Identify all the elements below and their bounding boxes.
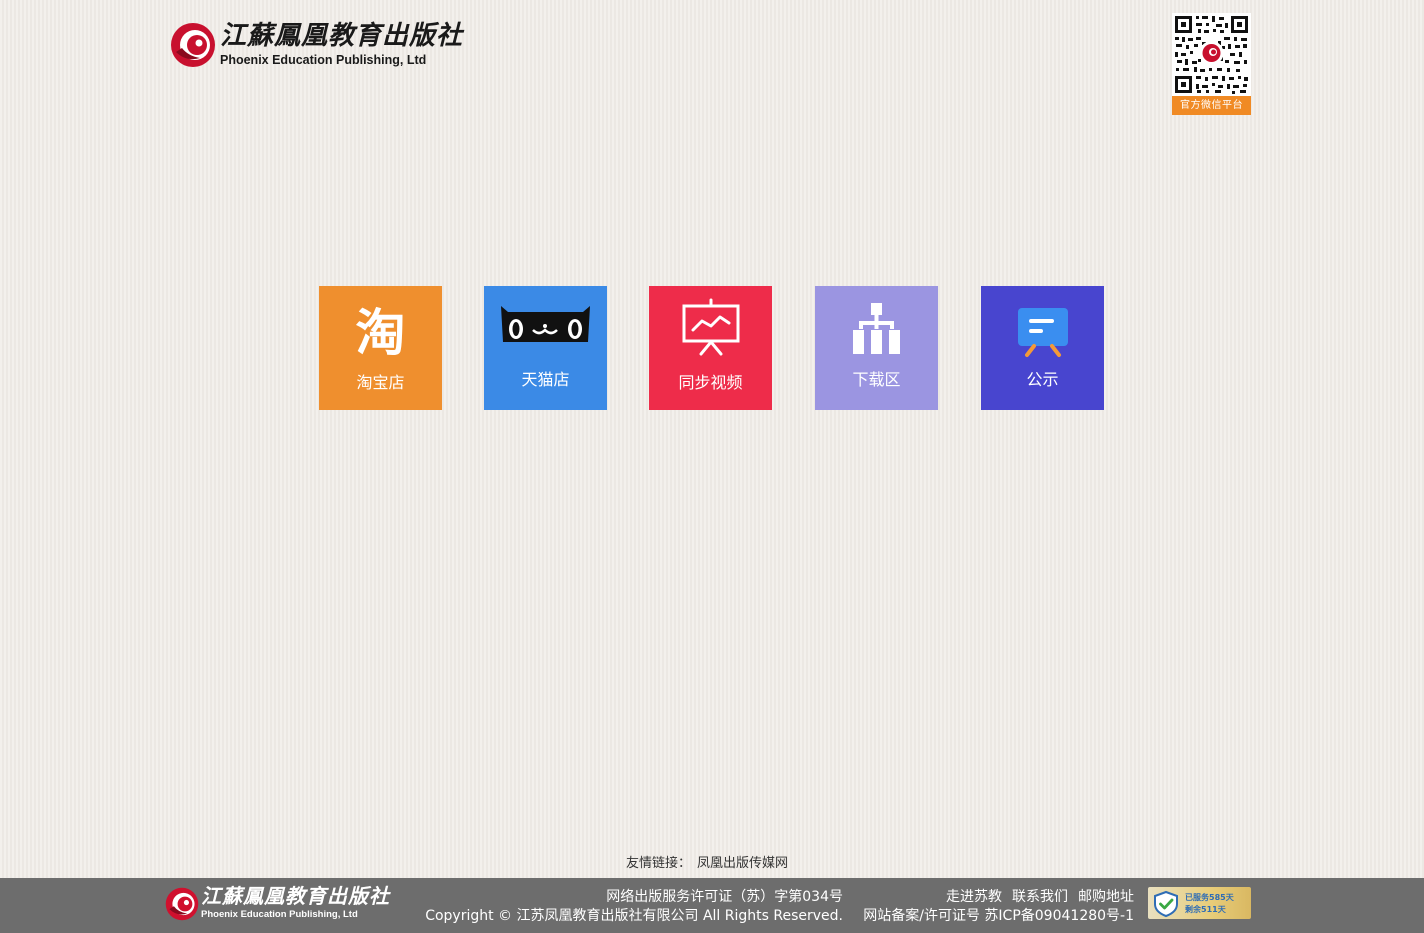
download-area-tile[interactable]: 下载区 [815,286,938,410]
footer: 江蘇鳳凰教育出版社 Phoenix Education Publishing, … [0,878,1424,933]
footer-link-contact[interactable]: 联系我们 [1012,889,1068,905]
logo-english-name: Phoenix Education Publishing, Ltd [220,53,427,67]
footer-logo-chinese-name: 江蘇鳳凰教育出版社 [201,884,390,908]
footer-logo-english-name: Phoenix Education Publishing, Ltd [201,909,358,920]
footer-license-block: 网络出版服务许可证（苏）字第034号 Copyright © 江苏凤凰教育出版社… [425,888,843,926]
footer-link-mail-order[interactable]: 邮购地址 [1078,889,1134,905]
wechat-qr-label: 官方微信平台 [1180,100,1243,111]
taobao-store-label: 淘宝店 [356,373,405,392]
sync-video-tile[interactable]: 同步视频 [649,286,772,410]
svg-text:淘: 淘 [356,304,406,362]
copyright-text: Copyright © 江苏凤凰教育出版社有限公司 All Rights Res… [425,908,843,924]
badge-remaining-days: 剩余511天 [1185,905,1226,914]
icp-record[interactable]: 网站备案/许可证号 苏ICP备09041280号-1 [863,907,1134,926]
security-badge[interactable]: 已服务585天 剩余511天 [1148,887,1251,919]
hierarchy-icon [853,303,900,354]
phoenix-logo-icon [165,887,199,921]
wechat-qr-code-icon [1172,13,1251,96]
footer-nav: 走进苏教 联系我们 邮购地址 [863,888,1134,907]
tmall-store-label: 天猫店 [521,370,570,389]
footer-logo[interactable]: 江蘇鳳凰教育出版社 Phoenix Education Publishing, … [165,884,395,924]
friend-links: 友情链接： 凤凰出版传媒网 [626,855,788,873]
notice-board-icon [1018,308,1068,357]
download-area-label: 下载区 [852,370,901,389]
friend-links-label: 友情链接： [626,856,692,871]
footer-nav-block: 走进苏教 联系我们 邮购地址 网站备案/许可证号 苏ICP备09041280号-1 [863,888,1134,926]
badge-served-days: 已服务585天 [1185,893,1234,902]
logo-chinese-name: 江蘇鳳凰教育出版社 [220,21,464,51]
sync-video-label: 同步视频 [678,373,743,392]
publishing-license: 网络出版服务许可证（苏）字第034号 [606,889,843,905]
tmall-store-tile[interactable]: 天猫店 [484,286,607,410]
shield-check-icon [1154,890,1178,918]
quick-links-grid: 淘 淘宝店 天猫店 同步视频 下载区 公示 [319,286,1105,410]
tmall-cat-icon [501,306,590,342]
publisher-logo[interactable]: 江蘇鳳凰教育出版社 Phoenix Education Publishing, … [170,20,470,70]
public-notice-label: 公示 [1026,370,1059,389]
taobao-store-tile[interactable]: 淘 淘宝店 [319,286,442,410]
public-notice-tile[interactable]: 公示 [981,286,1104,410]
footer-link-about[interactable]: 走进苏教 [946,889,1002,905]
phoenix-logo-icon [171,23,215,67]
wechat-qr-block: 官方微信平台 [1172,13,1251,115]
friend-link-phoenix-media[interactable]: 凤凰出版传媒网 [697,856,788,871]
